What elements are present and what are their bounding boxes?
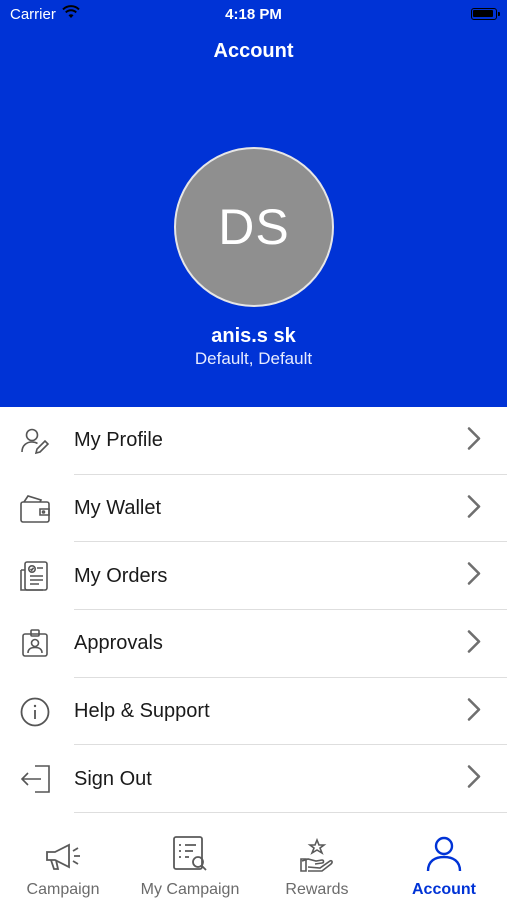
menu-item-my-wallet[interactable]: My Wallet <box>0 475 507 543</box>
clock: 4:18 PM <box>225 6 282 23</box>
orders-icon <box>18 559 52 593</box>
avatar-initials: DS <box>218 199 290 255</box>
menu-label: My Profile <box>74 429 163 452</box>
tab-label: Account <box>412 881 476 898</box>
chevron-right-icon <box>467 562 481 591</box>
menu-label: My Wallet <box>74 497 162 520</box>
tab-label: Campaign <box>26 881 100 898</box>
info-icon <box>18 695 52 729</box>
tab-campaign[interactable]: Campaign <box>0 815 126 900</box>
menu-label: Approvals <box>74 632 163 655</box>
tab-label: My Campaign <box>140 881 240 898</box>
page-title: Account <box>213 40 294 62</box>
battery-icon <box>471 8 500 20</box>
menu-label: Help & Support <box>74 700 210 723</box>
status-bar: Carrier 4:18 PM <box>0 0 507 30</box>
approvals-icon <box>18 627 52 661</box>
avatar[interactable]: DS <box>174 147 334 307</box>
rewards-hand-icon <box>298 835 336 873</box>
chevron-right-icon <box>467 426 481 455</box>
tab-label: Rewards <box>285 881 349 898</box>
user-name: anis.s sk <box>211 325 296 347</box>
menu-item-sign-out[interactable]: Sign Out <box>0 745 507 814</box>
menu-item-help-support[interactable]: Help & Support <box>0 678 507 746</box>
chevron-right-icon <box>467 765 481 794</box>
chevron-right-icon <box>467 697 481 726</box>
megaphone-icon <box>43 835 83 873</box>
divider <box>74 812 507 814</box>
campaign-list-icon <box>171 835 209 873</box>
profile-edit-icon <box>18 424 52 458</box>
tab-bar: Campaign My Campaign Rewards Account <box>0 815 507 900</box>
tab-rewards[interactable]: Rewards <box>254 815 380 900</box>
menu-item-my-orders[interactable]: My Orders <box>0 542 507 611</box>
account-menu: My Profile My Wallet My Orders Approvals… <box>0 407 507 814</box>
menu-item-approvals[interactable]: Approvals <box>0 610 507 678</box>
tab-account[interactable]: Account <box>381 815 507 900</box>
user-subtitle: Default, Default <box>194 349 313 368</box>
chevron-right-icon <box>467 494 481 523</box>
tab-my-campaign[interactable]: My Campaign <box>127 815 253 900</box>
menu-label: My Orders <box>74 564 168 587</box>
menu-label: Sign Out <box>74 767 152 790</box>
sign-out-icon <box>18 762 52 796</box>
account-header: Carrier 4:18 PM Account DS anis.s sk Def… <box>0 0 507 407</box>
menu-item-my-profile[interactable]: My Profile <box>0 407 507 475</box>
person-icon <box>425 835 463 873</box>
wallet-icon <box>18 492 52 526</box>
chevron-right-icon <box>467 629 481 658</box>
